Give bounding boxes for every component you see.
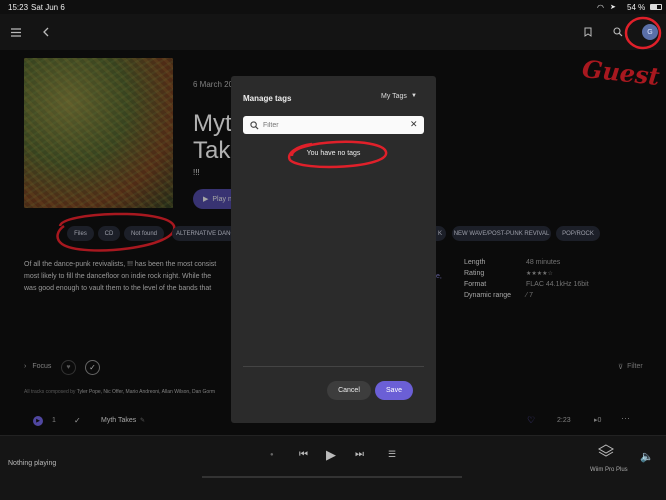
meta-label: Rating <box>464 270 485 277</box>
album-title-line1: Myt <box>193 110 232 137</box>
filter-label: Filter <box>627 363 643 370</box>
progress-bar[interactable] <box>202 476 462 478</box>
chevron-right-icon: › <box>24 363 27 370</box>
location-icon: ➤ <box>610 4 616 11</box>
tracks-filter-button[interactable]: ⊽ Filter <box>618 363 643 371</box>
caret-down-icon: ▼ <box>410 93 417 99</box>
play-icon[interactable]: ▶ <box>326 447 336 463</box>
album-meta: Length 48 minutes Rating ★★★★☆ Format FLAC … <box>464 259 644 303</box>
album-title-line2: Tak <box>193 137 231 164</box>
description-line: was good enough to vault them to the lev… <box>24 285 212 292</box>
device-icon[interactable] <box>597 444 615 458</box>
search-icon <box>250 121 259 130</box>
battery-icon <box>650 4 662 10</box>
genre-chip-alternative-dance[interactable]: ALTERNATIVE DANCE <box>172 226 239 241</box>
credits-prefix: All tracks composed by <box>24 389 76 395</box>
album-date: 6 March 20 <box>193 80 234 89</box>
track-number: 1 <box>52 417 56 424</box>
previous-icon[interactable]: ⏮ <box>299 449 308 460</box>
battery-percent: 54 % <box>627 3 646 12</box>
track-title[interactable]: Myth Takes <box>101 417 136 424</box>
credits-names: Tyler Pope, Nic Offer, Mario Andreoni, A… <box>76 389 216 395</box>
next-icon[interactable]: ⏭ <box>355 449 364 460</box>
filter-icon: ⊽ <box>618 364 624 371</box>
tag-filter-input[interactable] <box>263 118 403 132</box>
play-next-icon[interactable]: ▸0 <box>594 416 601 424</box>
status-time: 15:23 <box>8 3 29 12</box>
bookmark-icon[interactable] <box>580 24 596 40</box>
meta-label: Format <box>464 281 487 288</box>
meta-label: Dynamic range <box>464 292 512 299</box>
status-bar: 15:23 Sat Jun 6 ◠ ➤ 54 % <box>0 0 666 14</box>
focus-label: Focus <box>32 363 52 370</box>
description-line: Of all the dance-punk revivalists, !!! h… <box>24 261 217 268</box>
wifi-icon: ◠ <box>597 3 604 12</box>
track-heart-icon[interactable]: ♡ <box>527 415 535 426</box>
menu-icon[interactable] <box>8 24 24 40</box>
meta-value: FLAC 44.1kHz 16bit <box>526 281 589 288</box>
my-tags-dropdown[interactable]: My Tags ▼ <box>381 93 417 100</box>
check-toggle-icon[interactable]: ✓ <box>85 360 100 375</box>
album-art[interactable] <box>24 58 173 208</box>
heart-toggle-icon[interactable]: ♥ <box>61 360 76 375</box>
filter-box: ✕ <box>243 116 424 134</box>
track-duration: 2:23 <box>557 417 571 424</box>
device-name[interactable]: Wiim Pro Plus <box>590 467 628 473</box>
save-button[interactable]: Save <box>375 381 413 400</box>
play-icon: ▶ <box>203 196 209 203</box>
play-label: Play n <box>212 195 232 203</box>
annotation-empty-message-circle <box>287 140 388 169</box>
modal-divider <box>243 366 424 367</box>
track-check-icon[interactable]: ✓ <box>74 416 81 425</box>
annotation-guest-label: Guest <box>580 54 662 91</box>
rating-stars[interactable]: ★★★★☆ <box>526 270 553 281</box>
shuffle-icon[interactable]: ● <box>270 452 274 458</box>
description-line: most likely to fill the dancefloor on in… <box>24 273 212 280</box>
track-play-icon[interactable]: ▶ <box>33 416 43 426</box>
clear-icon[interactable]: ✕ <box>410 119 418 130</box>
focus-button[interactable]: › Focus <box>24 363 51 370</box>
description-fragment: e, <box>436 273 442 280</box>
volume-icon[interactable]: 🔈 <box>640 450 654 463</box>
genre-chip-new-wave[interactable]: NEW WAVE/POST-PUNK REVIVAL <box>452 226 551 241</box>
queue-icon[interactable]: ☰ <box>388 449 396 460</box>
player-bar: Nothing playing ● ⏮ ▶ ⏭ ☰ Wiim Pro Plus … <box>0 435 666 500</box>
album-description: Of all the dance-punk revivalists, !!! h… <box>24 259 232 295</box>
status-date: Sat Jun 6 <box>31 3 65 12</box>
more-icon[interactable]: ··· <box>621 413 630 423</box>
credits: All tracks composed by Tyler Pope, Nic O… <box>24 389 215 395</box>
top-nav: G <box>0 14 666 50</box>
meta-value: 48 minutes <box>526 259 561 266</box>
app-root: 15:23 Sat Jun 6 ◠ ➤ 54 % G Guest 6 March… <box>0 0 666 500</box>
meta-value: ⁄ 7 <box>526 292 534 299</box>
edit-icon[interactable]: ✎ <box>140 417 145 424</box>
modal-title: Manage tags <box>243 94 292 103</box>
cancel-button[interactable]: Cancel <box>327 381 371 400</box>
manage-tags-modal: Manage tags My Tags ▼ ✕ You have no tags… <box>231 76 436 423</box>
genre-chip-pop-rock[interactable]: POP/ROCK <box>556 226 600 241</box>
annotation-chips-circle <box>56 212 176 252</box>
back-icon[interactable] <box>38 24 54 40</box>
player-status: Nothing playing <box>8 460 57 467</box>
meta-label: Length <box>464 259 486 266</box>
dropdown-label: My Tags <box>381 93 407 100</box>
artist-name[interactable]: !!! <box>193 168 200 177</box>
annotation-avatar-circle <box>624 16 662 50</box>
